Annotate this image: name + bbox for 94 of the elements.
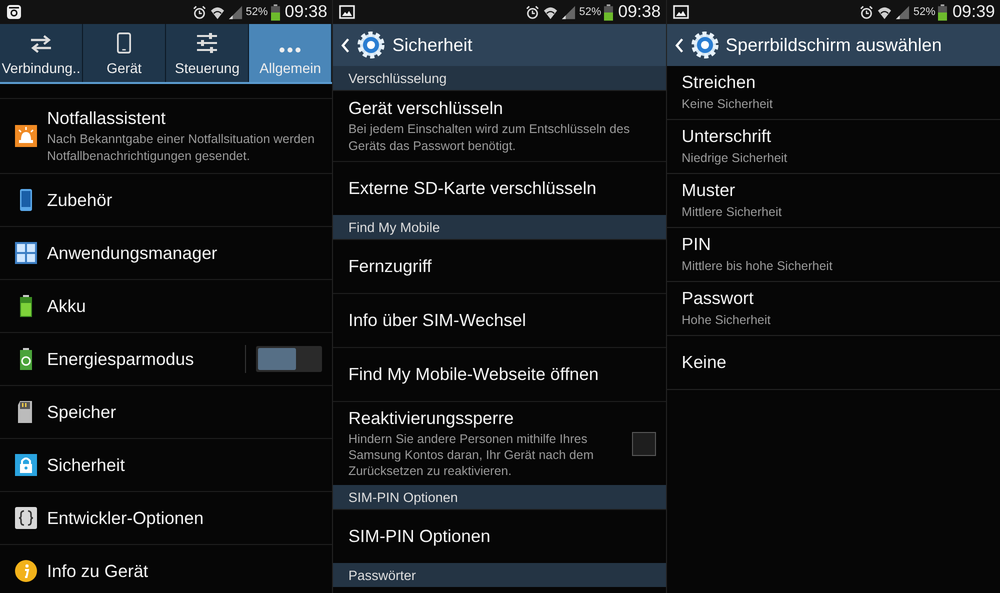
settings-item[interactable]: Gerät verschlüsseln Bei jedem Einschalten wird zum Entschlüsseln des Geräts das Passwort benötigt.: [333, 90, 666, 161]
lock-option[interactable]: Keine: [666, 336, 1000, 390]
section-header: SIM-PIN Optionen: [333, 485, 666, 509]
item-description: Bei jedem Einschalten wird zum Entschlüsseln des Geräts das Passwort benötigt.: [348, 121, 631, 154]
camera-icon: [6, 4, 22, 20]
image-icon: [339, 4, 356, 20]
settings-item[interactable]: Zubehör: [0, 173, 332, 226]
settings-item[interactable]: Akku: [0, 279, 332, 332]
braces-icon: [15, 507, 37, 529]
more-icon: [278, 46, 302, 54]
back-icon[interactable]: [674, 38, 684, 52]
grid-icon: [15, 242, 37, 264]
section-header: Find My Mobile: [333, 215, 666, 239]
settings-item[interactable]: Fernzugriff: [333, 239, 666, 293]
battery-percent: 52%: [913, 6, 936, 18]
settings-item[interactable]: Info über SIM-Wechsel: [333, 293, 666, 347]
toggle-switch[interactable]: [256, 346, 322, 372]
back-icon[interactable]: [341, 38, 350, 52]
screen-title: Sicherheit: [392, 34, 472, 56]
option-title: Muster: [682, 180, 736, 202]
signal-icon: [895, 4, 910, 20]
lock-option[interactable]: Unterschrift Niedrige Sicherheit: [666, 120, 1000, 174]
item-title: Anwendungsmanager: [47, 242, 218, 264]
item-description: Hindern Sie andere Personen mithilfe Ihres Samsung Kontos daran, Ihr Gerät nach dem Zurücksetzen zu reaktivieren.: [348, 430, 595, 480]
security-level: Niedrige Sicherheit: [682, 150, 788, 167]
security-level: Keine Sicherheit: [682, 96, 774, 113]
clock-time: 09:39: [952, 2, 995, 22]
security-level: Mittlere Sicherheit: [682, 204, 783, 221]
option-title: Unterschrift: [682, 126, 772, 148]
sliders-icon: [195, 32, 220, 54]
wifi-icon: [877, 4, 892, 20]
lock-option[interactable]: Passwort Hohe Sicherheit: [666, 282, 1000, 336]
settings-item[interactable]: Anwendungsmanager: [0, 226, 332, 279]
alarm-icon: [859, 4, 874, 20]
settings-item[interactable]: Entwickler-Optionen: [0, 491, 332, 544]
battery-icon: [270, 4, 280, 20]
item-title: Akku: [47, 296, 87, 316]
option-title: Keine: [682, 352, 728, 373]
item-title: Find My Mobile-Webseite öffnen: [348, 364, 600, 385]
category-tab[interactable]: Verbindung..: [0, 24, 84, 82]
battery-icon: [938, 4, 948, 20]
section-header: Passwörter: [333, 563, 666, 587]
item-title: Reaktivierungssperre: [348, 408, 515, 429]
item-title: Sicherheit: [47, 454, 126, 476]
item-title: Info zu Gerät: [47, 560, 150, 582]
item-title: Energiesparmodus: [47, 348, 195, 370]
image-icon: [672, 4, 689, 20]
item-description: Nach Bekanntgabe einer Notfallsituation werden Notfallbenachrichtigungen gesendet.: [47, 131, 316, 164]
category-tab[interactable]: Steuerung: [166, 24, 250, 82]
lock-icon: [15, 454, 37, 476]
settings-item[interactable]: Find My Mobile-Webseite öffnen: [333, 347, 666, 401]
lock-option[interactable]: Muster Mittlere Sicherheit: [666, 174, 1000, 228]
signal-icon: [228, 4, 243, 20]
screen-title: Sperrbildschirm auswählen: [726, 34, 942, 56]
transfer-arrows-icon: [29, 34, 54, 54]
item-title: Externe SD-Karte verschlüsseln: [348, 178, 598, 199]
settings-item[interactable]: Sicherheit: [0, 438, 332, 491]
info-icon: [15, 560, 37, 582]
clock-time: 09:38: [284, 2, 328, 22]
option-title: PIN: [682, 234, 712, 256]
item-title: Gerät verschlüsseln: [348, 98, 504, 120]
alarm-icon: [192, 4, 207, 20]
wifi-icon: [543, 4, 558, 20]
battery-percent: 52%: [579, 6, 602, 18]
settings-item[interactable]: Energiesparmodus: [0, 332, 332, 385]
lock-option[interactable]: PIN Mittlere bis hohe Sicherheit: [666, 228, 1000, 282]
settings-item[interactable]: Info zu Gerät: [0, 544, 332, 593]
item-title: Info über SIM-Wechsel: [348, 310, 527, 331]
signal-icon: [561, 4, 576, 20]
option-title: Streichen: [682, 72, 757, 94]
item-title: SIM-PIN Optionen: [348, 526, 492, 547]
item-title: Zubehör: [47, 190, 114, 210]
category-tab[interactable]: Gerät: [83, 24, 166, 82]
security-level: Hohe Sicherheit: [682, 312, 772, 329]
battery-icon: [604, 4, 614, 20]
wifi-icon: [210, 4, 225, 20]
phone-icon: [117, 32, 132, 54]
item-title: Entwickler-Optionen: [47, 508, 205, 528]
item-title: Notfallassistent: [47, 108, 167, 130]
item-title: Speicher: [47, 402, 118, 422]
gear-icon: [690, 30, 720, 60]
settings-item[interactable]: Speicher: [0, 385, 332, 438]
security-level: Mittlere bis hohe Sicherheit: [682, 258, 834, 275]
checkbox[interactable]: [632, 432, 656, 456]
battery-percent: 52%: [246, 6, 268, 18]
section-header: Verschlüsselung: [333, 66, 666, 90]
lock-option[interactable]: Streichen Keine Sicherheit: [666, 66, 1000, 120]
siren-icon: [15, 125, 37, 147]
clock-time: 09:38: [618, 2, 661, 22]
gear-icon: [356, 30, 386, 60]
alarm-icon: [525, 4, 540, 20]
option-title: Passwort: [682, 288, 755, 310]
settings-item[interactable]: Notfallassistent Nach Bekanntgabe einer Notfallsituation werden Notfallbenachrichtigungen gesendet.: [0, 98, 332, 173]
item-title: Fernzugriff: [348, 256, 433, 277]
